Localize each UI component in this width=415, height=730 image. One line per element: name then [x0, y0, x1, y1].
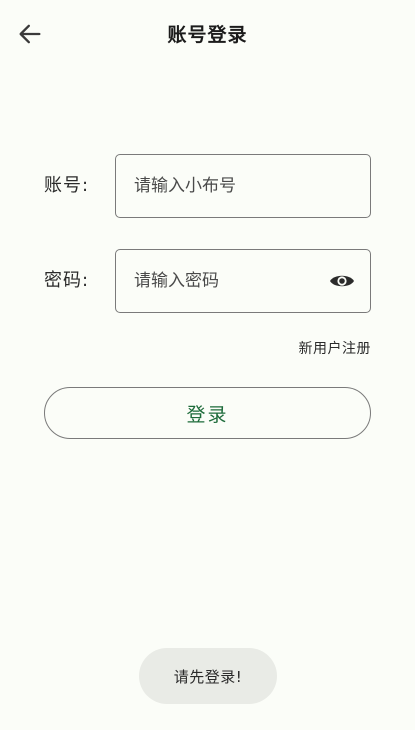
password-field[interactable] — [115, 249, 371, 313]
password-visibility-toggle[interactable] — [328, 268, 356, 294]
account-field[interactable] — [115, 154, 371, 218]
account-label: 账号: — [44, 175, 90, 196]
toast-message: 请先登录! — [139, 648, 277, 704]
eye-icon — [330, 275, 354, 287]
account-input[interactable] — [134, 155, 314, 216]
password-row: 密码: — [0, 249, 415, 313]
page-title: 账号登录 — [167, 24, 248, 46]
top-app-bar: 账号登录 — [0, 0, 415, 68]
account-row: 账号: — [0, 154, 415, 218]
login-button[interactable]: 登录 — [44, 387, 371, 439]
password-label: 密码: — [44, 270, 90, 291]
password-input[interactable] — [134, 250, 314, 311]
register-link[interactable]: 新用户注册 — [299, 338, 372, 358]
